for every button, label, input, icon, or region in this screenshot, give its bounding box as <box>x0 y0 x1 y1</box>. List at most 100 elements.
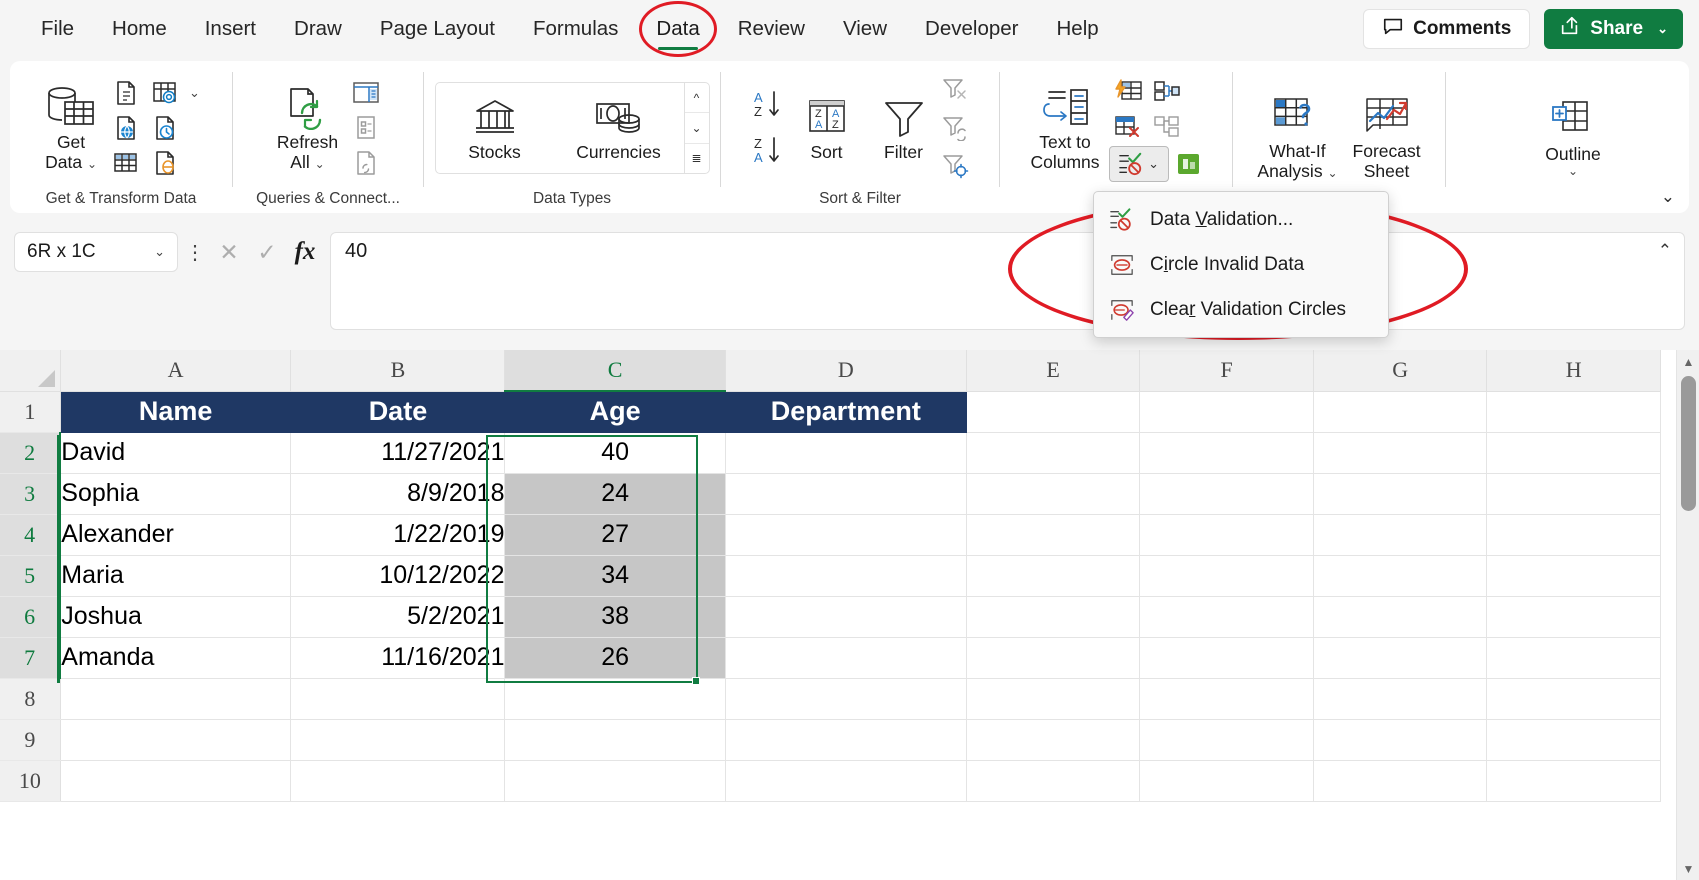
cell-c10[interactable] <box>505 760 725 801</box>
cell-g1[interactable] <box>1313 391 1487 432</box>
tab-review[interactable]: Review <box>719 0 824 58</box>
tab-data[interactable]: Data <box>637 0 718 58</box>
cell-d2[interactable] <box>725 432 966 473</box>
cell-c3[interactable]: 24 <box>505 473 725 514</box>
from-picture-button[interactable] <box>146 76 184 110</box>
cell-e5[interactable] <box>966 555 1140 596</box>
row-header-4[interactable]: 4 <box>0 514 60 555</box>
cell-d4[interactable] <box>725 514 966 555</box>
tab-page-layout[interactable]: Page Layout <box>361 0 514 58</box>
data-validation-split-button[interactable]: ⌄ <box>1109 146 1169 182</box>
row-header-5[interactable]: 5 <box>0 555 60 596</box>
row-header-1[interactable]: 1 <box>0 391 60 432</box>
gallery-expand-icon[interactable]: ≣ <box>685 143 709 173</box>
cell-h3[interactable] <box>1487 473 1661 514</box>
menu-item-clear-validation-circles[interactable]: Clear Validation Circles <box>1094 287 1388 332</box>
cell-h6[interactable] <box>1487 596 1661 637</box>
advanced-filter-button[interactable] <box>936 149 974 183</box>
cell-g3[interactable] <box>1313 473 1487 514</box>
share-chevron-down-icon[interactable]: ⌄ <box>1657 21 1668 37</box>
cell-e2[interactable] <box>966 432 1140 473</box>
cell-c9[interactable] <box>505 719 725 760</box>
cell-c5[interactable]: 34 <box>505 555 725 596</box>
cell-h1[interactable] <box>1487 391 1661 432</box>
menu-item-circle-invalid-data[interactable]: Circle Invalid Data <box>1094 242 1388 287</box>
sort-button[interactable]: Z A A Z Sort <box>798 91 856 165</box>
recent-sources-button[interactable] <box>146 111 184 145</box>
cell-a2[interactable]: David <box>60 432 291 473</box>
cancel-icon[interactable]: ✕ <box>212 235 246 269</box>
clear-filter-button[interactable] <box>936 73 974 107</box>
properties-button[interactable] <box>347 111 385 145</box>
cell-f6[interactable] <box>1140 596 1314 637</box>
row-header-9[interactable]: 9 <box>0 719 60 760</box>
existing-connections-button[interactable] <box>146 146 184 180</box>
from-text-csv-button[interactable] <box>107 76 145 110</box>
cell-f1[interactable] <box>1140 391 1314 432</box>
cell-a1[interactable]: Name <box>60 391 291 432</box>
formula-input[interactable]: 40 ⌃ <box>330 232 1685 330</box>
sort-descending-button[interactable]: Z A <box>747 131 795 171</box>
queries-and-connections-pane-button[interactable] <box>347 76 385 110</box>
column-header-e[interactable]: E <box>966 350 1140 391</box>
column-header-d[interactable]: D <box>725 350 966 391</box>
column-header-b[interactable]: B <box>291 350 505 391</box>
tab-insert[interactable]: Insert <box>186 0 275 58</box>
cell-f2[interactable] <box>1140 432 1314 473</box>
filter-button[interactable]: Filter <box>875 91 933 165</box>
cell-a7[interactable]: Amanda <box>60 637 291 678</box>
row-header-2[interactable]: 2 <box>0 432 60 473</box>
tab-view[interactable]: View <box>824 0 906 58</box>
column-header-a[interactable]: A <box>60 350 291 391</box>
cell-d6[interactable] <box>725 596 966 637</box>
cell-f3[interactable] <box>1140 473 1314 514</box>
scrollbar-thumb[interactable] <box>1681 376 1696 511</box>
cell-a4[interactable]: Alexander <box>60 514 291 555</box>
column-header-h[interactable]: H <box>1487 350 1661 391</box>
cell-e8[interactable] <box>966 678 1140 719</box>
name-box[interactable]: 6R x 1C ⌄ <box>14 232 178 272</box>
cell-d9[interactable] <box>725 719 966 760</box>
name-box-chevron-down-icon[interactable]: ⌄ <box>154 244 165 260</box>
cell-b9[interactable] <box>291 719 505 760</box>
cell-c1[interactable]: Age <box>505 391 725 432</box>
text-to-columns-button[interactable]: Text to Columns <box>1024 81 1105 176</box>
cell-e1[interactable] <box>966 391 1140 432</box>
ribbon-collapse-chevron-icon[interactable]: ⌄ <box>1661 187 1675 207</box>
cell-a9[interactable] <box>60 719 291 760</box>
cell-d7[interactable] <box>725 637 966 678</box>
cell-h10[interactable] <box>1487 760 1661 801</box>
cell-f4[interactable] <box>1140 514 1314 555</box>
cell-h5[interactable] <box>1487 555 1661 596</box>
relationships-button[interactable] <box>1148 110 1186 144</box>
cell-b7[interactable]: 11/16/2021 <box>291 637 505 678</box>
tab-file[interactable]: File <box>22 0 93 58</box>
cell-c4[interactable]: 27 <box>505 514 725 555</box>
tab-home[interactable]: Home <box>93 0 186 58</box>
tab-help[interactable]: Help <box>1037 0 1117 58</box>
cell-h2[interactable] <box>1487 432 1661 473</box>
cell-d1[interactable]: Department <box>725 391 966 432</box>
from-web-button[interactable] <box>107 111 145 145</box>
currencies-button[interactable]: Currencies <box>554 91 684 165</box>
cell-h9[interactable] <box>1487 719 1661 760</box>
cell-d10[interactable] <box>725 760 966 801</box>
column-header-g[interactable]: G <box>1313 350 1487 391</box>
cell-g2[interactable] <box>1313 432 1487 473</box>
cell-c7[interactable]: 26 <box>505 637 725 678</box>
cell-c6[interactable]: 38 <box>505 596 725 637</box>
formula-bar-expand-icon[interactable]: ⌃ <box>1658 241 1672 261</box>
consolidate-button[interactable] <box>1148 74 1186 108</box>
cell-a6[interactable]: Joshua <box>60 596 291 637</box>
manage-data-model-button[interactable] <box>1170 147 1208 181</box>
cell-h8[interactable] <box>1487 678 1661 719</box>
forecast-sheet-button[interactable]: Forecast Sheet <box>1347 90 1427 185</box>
outline-chevron-down-icon[interactable]: ⌄ <box>1568 164 1578 178</box>
insert-function-icon[interactable]: fx <box>288 235 322 269</box>
cell-g7[interactable] <box>1313 637 1487 678</box>
cell-b6[interactable]: 5/2/2021 <box>291 596 505 637</box>
cell-f8[interactable] <box>1140 678 1314 719</box>
cell-g4[interactable] <box>1313 514 1487 555</box>
cell-a3[interactable]: Sophia <box>60 473 291 514</box>
gallery-scroll-up-icon[interactable]: ^ <box>685 83 709 112</box>
